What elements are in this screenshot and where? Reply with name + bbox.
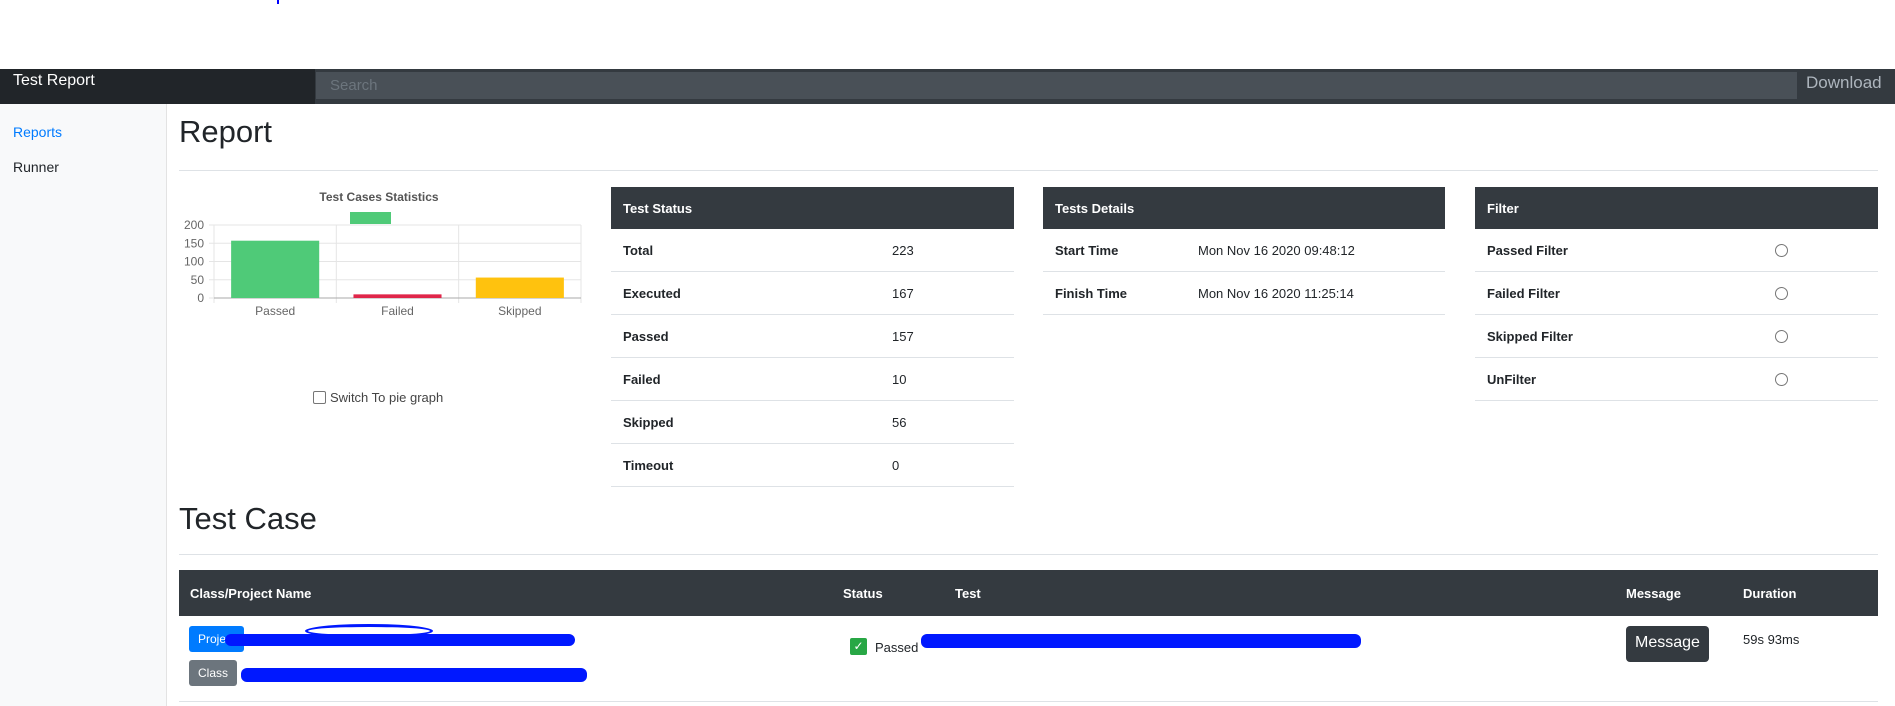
- status-value: 157: [892, 329, 914, 344]
- pie-switch[interactable]: Switch To pie graph: [313, 390, 443, 405]
- redaction-scribble: [921, 634, 1361, 648]
- details-row: Finish Time Mon Nov 16 2020 11:25:14: [1043, 272, 1445, 315]
- details-value: Mon Nov 16 2020 11:25:14: [1198, 286, 1354, 301]
- status-row: Failed 10: [611, 358, 1014, 401]
- redaction-scribble: [305, 624, 433, 638]
- sidebar: Reports Runner: [0, 104, 167, 706]
- status-text: Passed: [875, 640, 919, 655]
- status-value: 223: [892, 243, 914, 258]
- filter-radio[interactable]: [1775, 330, 1788, 343]
- filter-label: Skipped Filter: [1487, 329, 1573, 344]
- x-tick-label: Passed: [255, 304, 295, 318]
- pie-switch-label: Switch To pie graph: [330, 390, 444, 405]
- navbar: Test Report Download: [0, 69, 1895, 104]
- filter-row[interactable]: Skipped Filter: [1475, 315, 1878, 358]
- cursor-mark: [277, 0, 279, 4]
- col-duration: Duration: [1743, 586, 1797, 601]
- pie-switch-checkbox[interactable]: [313, 391, 326, 404]
- download-link[interactable]: Download: [1806, 73, 1882, 93]
- bar-failed: [353, 294, 442, 298]
- title-divider: [179, 170, 1878, 171]
- filter-header: Filter: [1475, 187, 1878, 229]
- x-tick-label: Failed: [381, 304, 414, 318]
- col-class-project: Class/Project Name: [190, 586, 312, 601]
- filter-row[interactable]: UnFilter: [1475, 358, 1878, 401]
- y-tick-label: 200: [184, 218, 204, 232]
- col-status: Status: [843, 586, 883, 601]
- status-value: 56: [892, 415, 907, 430]
- tests-details-header: Tests Details: [1043, 187, 1445, 229]
- chart-svg: 0 50 100 150 200 Passed Failed Skipped: [184, 212, 582, 318]
- filter-radio[interactable]: [1775, 287, 1788, 300]
- bar-skipped: [475, 277, 564, 298]
- search-input[interactable]: [316, 72, 1797, 99]
- brand-title[interactable]: Test Report: [0, 69, 315, 104]
- table-row: Project Class ✓ Passed Message 59s 93ms: [179, 616, 1878, 702]
- sidebar-item-runner[interactable]: Runner: [13, 159, 59, 175]
- details-row: Start Time Mon Nov 16 2020 09:48:12: [1043, 229, 1445, 272]
- y-tick-label: 50: [191, 273, 205, 287]
- status-value: 167: [892, 286, 914, 301]
- status-row: Timeout 0: [611, 444, 1014, 487]
- status-row: Skipped 56: [611, 401, 1014, 444]
- test-status-header: Test Status: [611, 187, 1014, 229]
- top-strip: [0, 0, 1895, 69]
- message-button[interactable]: Message: [1626, 626, 1709, 662]
- details-label: Start Time: [1055, 243, 1119, 258]
- check-icon: ✓: [850, 638, 867, 655]
- test-case-table-header: Class/Project Name Status Test Message D…: [179, 570, 1878, 616]
- col-test: Test: [955, 586, 981, 601]
- filter-label: Failed Filter: [1487, 286, 1560, 301]
- class-badge[interactable]: Class: [189, 660, 238, 686]
- y-tick-label: 100: [184, 255, 204, 269]
- statistics-chart: Test Cases Statistics 0 50 100 150 200 Passed…: [179, 190, 589, 360]
- status-label: Timeout: [623, 458, 674, 473]
- details-value: Mon Nov 16 2020 09:48:12: [1198, 243, 1355, 258]
- bar-passed: [231, 240, 320, 298]
- filter-row[interactable]: Failed Filter: [1475, 272, 1878, 315]
- filter-label: UnFilter: [1487, 372, 1537, 387]
- x-tick-label: Skipped: [498, 304, 541, 318]
- status-label: Total: [623, 243, 654, 258]
- y-tick-label: 150: [184, 236, 204, 250]
- test-case-divider: [179, 554, 1878, 555]
- status-label: Skipped: [623, 415, 674, 430]
- duration-value: 59s 93ms: [1743, 632, 1800, 647]
- redaction-scribble: [241, 668, 587, 682]
- status-label: Passed: [623, 329, 669, 344]
- y-tick-label: 0: [197, 291, 204, 305]
- filter-radio[interactable]: [1775, 244, 1788, 257]
- test-case-title: Test Case: [179, 501, 317, 536]
- status-row: Executed 167: [611, 272, 1014, 315]
- legend-swatch: [350, 212, 391, 224]
- page-title: Report: [179, 114, 273, 149]
- status-label: Failed: [623, 372, 661, 387]
- sidebar-item-reports[interactable]: Reports: [13, 124, 62, 140]
- status-value: 10: [892, 372, 907, 387]
- filter-radio[interactable]: [1775, 373, 1788, 386]
- details-label: Finish Time: [1055, 286, 1127, 301]
- status-row: Total 223: [611, 229, 1014, 272]
- col-message: Message: [1626, 586, 1681, 601]
- filter-label: Passed Filter: [1487, 243, 1568, 258]
- status-label: Executed: [623, 286, 681, 301]
- filter-row[interactable]: Passed Filter: [1475, 229, 1878, 272]
- status-value: 0: [892, 458, 900, 473]
- status-row: Passed 157: [611, 315, 1014, 358]
